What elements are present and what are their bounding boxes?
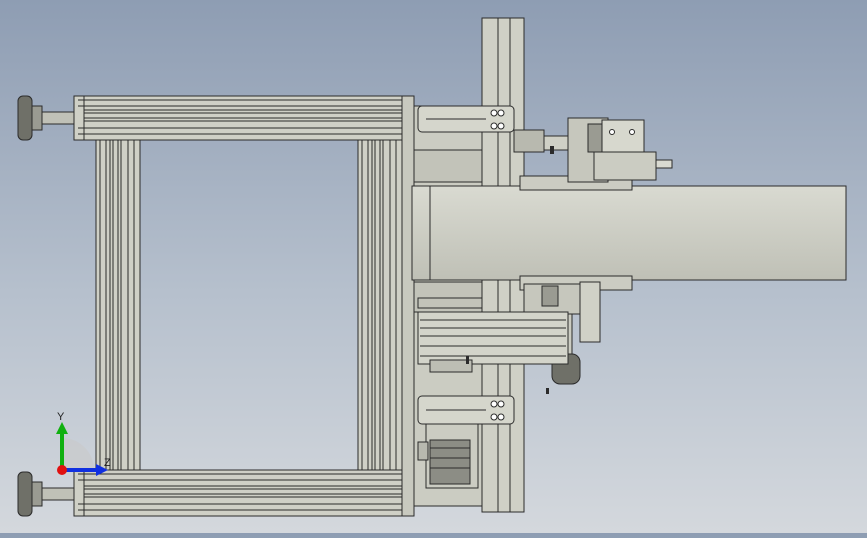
right-vertical-post xyxy=(357,139,403,471)
z-axis-label: Z xyxy=(104,457,111,469)
clamp-bracket-bottom xyxy=(417,395,515,425)
y-axis-arrowhead xyxy=(56,422,68,434)
y-axis-label: Y xyxy=(57,411,65,423)
x-axis-point xyxy=(57,465,67,475)
leveling-foot-top xyxy=(17,95,75,141)
top-frame-rail xyxy=(73,95,415,141)
extended-arm xyxy=(411,175,847,291)
outer-right-post xyxy=(401,95,415,517)
clamp-bracket-top xyxy=(417,105,515,133)
assembly-drawing xyxy=(17,17,847,517)
coordinate-triad: Y Z xyxy=(40,408,130,488)
top-gripper-assembly xyxy=(513,117,673,183)
motor-unit xyxy=(417,423,479,489)
cad-viewport[interactable] xyxy=(0,0,867,533)
